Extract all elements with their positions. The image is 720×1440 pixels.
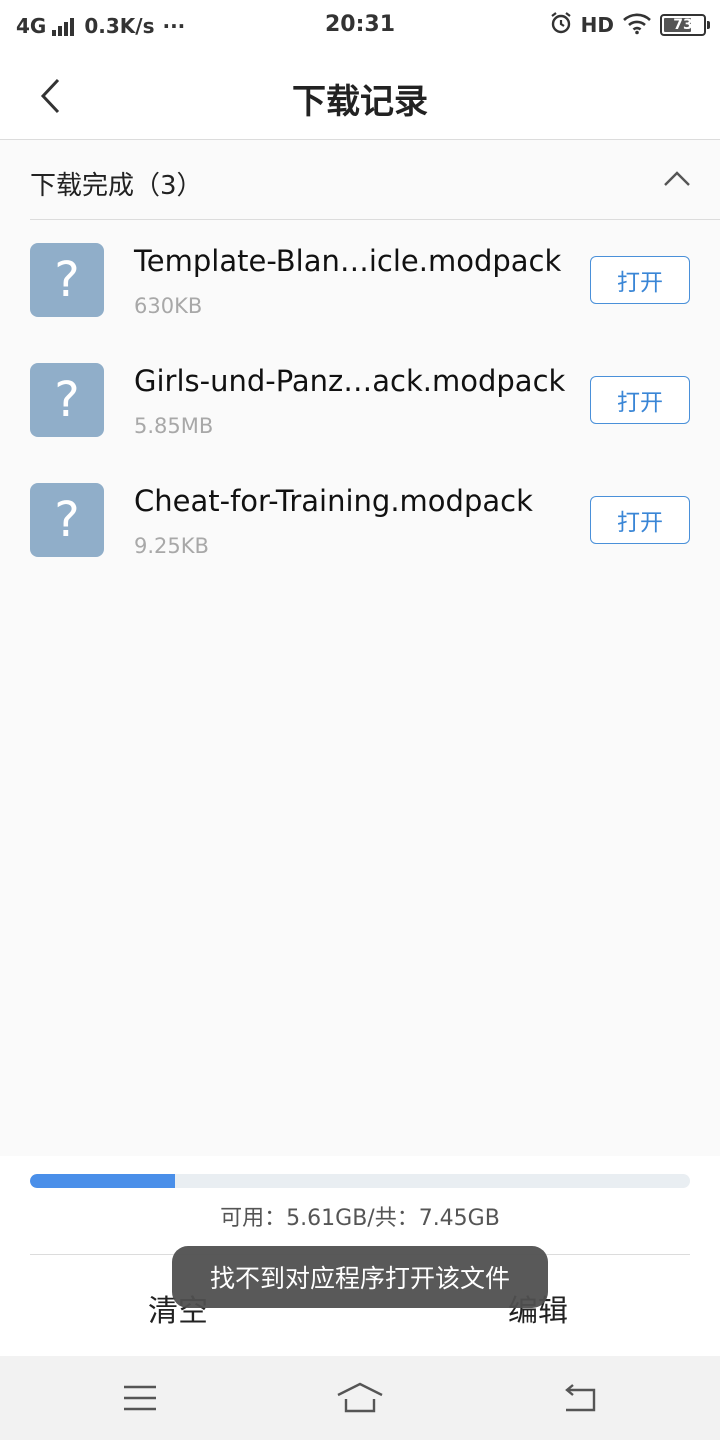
open-button[interactable]: 打开 <box>590 496 690 544</box>
open-button[interactable]: 打开 <box>590 256 690 304</box>
hd-indicator: HD <box>580 13 614 37</box>
menu-icon <box>124 1385 156 1411</box>
unknown-file-icon: ? <box>30 243 104 317</box>
file-name: Girls-und-Panz…ack.modpack <box>134 364 566 398</box>
system-nav-bar <box>0 1356 720 1440</box>
storage-text: 可用：5.61GB/共：7.45GB <box>220 1206 500 1231</box>
toast-message: 找不到对应程序打开该文件 <box>172 1246 548 1308</box>
unknown-file-icon: ? <box>30 483 104 557</box>
section-label: 下载完成（3） <box>30 171 203 201</box>
chevron-up-icon <box>664 171 690 186</box>
file-name: Template-Blan…icle.modpack <box>134 244 562 278</box>
storage-progress-bar <box>30 1174 690 1188</box>
nav-header: 下载记录 <box>0 52 720 140</box>
file-name: Cheat-for-Training.modpack <box>134 484 533 518</box>
open-button[interactable]: 打开 <box>590 376 690 424</box>
page-title: 下载记录 <box>292 82 428 122</box>
back-arrow-icon <box>565 1384 596 1412</box>
chevron-left-icon <box>40 78 60 114</box>
system-menu-button[interactable] <box>110 1378 170 1418</box>
file-size: 5.85MB <box>134 414 214 438</box>
alarm-icon <box>549 11 573 40</box>
list-item[interactable]: ? Template-Blan…icle.modpack 630KB 打开 <box>0 222 720 342</box>
list-item[interactable]: ? Cheat-for-Training.modpack 9.25KB 打开 <box>0 462 720 582</box>
wifi-icon <box>622 11 652 40</box>
battery-level: 73 <box>673 17 693 33</box>
download-complete-section-header[interactable]: 下载完成（3） <box>30 141 720 220</box>
system-back-button[interactable] <box>550 1378 610 1418</box>
storage-progress-fill <box>30 1174 176 1188</box>
file-size: 9.25KB <box>134 534 209 558</box>
system-home-button[interactable] <box>330 1378 390 1418</box>
list-item[interactable]: ? Girls-und-Panz…ack.modpack 5.85MB 打开 <box>0 342 720 462</box>
file-size: 630KB <box>134 294 203 318</box>
battery-icon: 73 <box>660 14 710 36</box>
status-right: HD 73 <box>541 10 710 40</box>
back-button[interactable] <box>24 72 76 120</box>
status-bar: 4G 0.3K/s ··· 20:31 HD 73 <box>0 0 720 52</box>
home-icon <box>337 1382 383 1413</box>
download-list: ? Template-Blan…icle.modpack 630KB 打开 ? … <box>0 222 720 582</box>
unknown-file-icon: ? <box>30 363 104 437</box>
